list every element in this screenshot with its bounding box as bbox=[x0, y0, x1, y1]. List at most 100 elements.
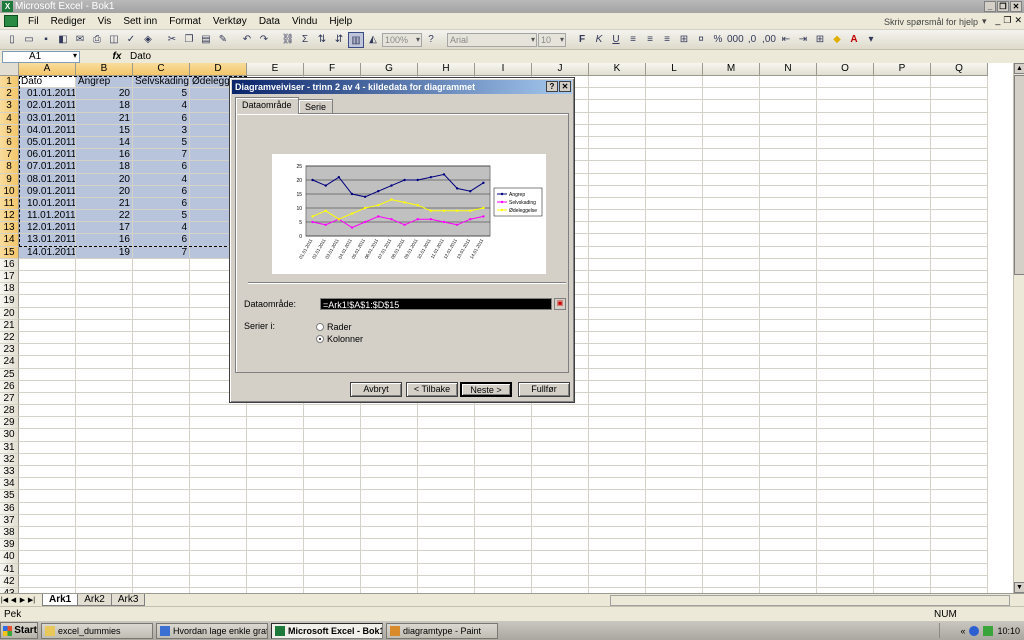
cell[interactable] bbox=[19, 258, 76, 271]
row-header[interactable]: 21 bbox=[0, 319, 19, 332]
cell[interactable] bbox=[703, 405, 760, 418]
cell[interactable] bbox=[589, 136, 646, 150]
cell[interactable] bbox=[475, 526, 532, 540]
cell[interactable] bbox=[931, 526, 988, 540]
cell[interactable] bbox=[19, 307, 76, 320]
cell[interactable] bbox=[475, 453, 532, 466]
menu-tools[interactable]: Verktøy bbox=[207, 16, 253, 27]
cell[interactable] bbox=[532, 490, 589, 503]
cell[interactable] bbox=[133, 319, 190, 332]
cell[interactable] bbox=[817, 258, 874, 271]
row-header[interactable]: 28 bbox=[0, 405, 19, 418]
cell[interactable] bbox=[931, 112, 988, 125]
cell[interactable] bbox=[703, 258, 760, 271]
cell[interactable] bbox=[190, 539, 247, 552]
cell[interactable] bbox=[418, 417, 475, 430]
cell[interactable] bbox=[760, 502, 817, 515]
cell[interactable] bbox=[874, 283, 931, 296]
cell[interactable] bbox=[760, 283, 817, 296]
font-color-icon[interactable]: A bbox=[846, 32, 862, 48]
cell[interactable] bbox=[874, 222, 931, 235]
drawing-icon[interactable]: ◭ bbox=[365, 32, 381, 48]
row-header[interactable]: 36 bbox=[0, 502, 19, 515]
cell[interactable] bbox=[361, 551, 418, 564]
zoom-select[interactable]: 100% bbox=[382, 32, 422, 47]
cell[interactable] bbox=[646, 234, 703, 247]
cell[interactable] bbox=[760, 453, 817, 466]
cell[interactable] bbox=[247, 539, 304, 552]
cell[interactable] bbox=[418, 478, 475, 491]
cell[interactable] bbox=[247, 514, 304, 527]
cell[interactable] bbox=[874, 295, 931, 308]
cell[interactable] bbox=[874, 185, 931, 198]
cell[interactable] bbox=[703, 307, 760, 320]
row-header[interactable]: 18 bbox=[0, 283, 19, 296]
fx-icon[interactable]: fx bbox=[106, 51, 128, 62]
cell[interactable] bbox=[703, 295, 760, 308]
cell[interactable] bbox=[589, 502, 646, 515]
back-button[interactable]: < Tilbake bbox=[406, 382, 458, 397]
cell[interactable] bbox=[931, 319, 988, 332]
cell[interactable] bbox=[190, 466, 247, 479]
cell[interactable] bbox=[418, 466, 475, 479]
cell[interactable] bbox=[931, 185, 988, 198]
row-header[interactable]: 29 bbox=[0, 417, 19, 430]
cell[interactable] bbox=[646, 88, 703, 101]
cell[interactable] bbox=[304, 539, 361, 552]
cell[interactable] bbox=[931, 100, 988, 113]
cell[interactable] bbox=[589, 246, 646, 259]
cell[interactable] bbox=[589, 149, 646, 162]
cell[interactable] bbox=[760, 185, 817, 198]
dialog-title-bar[interactable]: Diagramveiviser - trinn 2 av 4 - kildeda… bbox=[232, 80, 572, 94]
cell[interactable] bbox=[19, 551, 76, 564]
help-icon[interactable]: ? bbox=[423, 32, 439, 48]
cell[interactable] bbox=[931, 539, 988, 552]
column-header[interactable]: Q bbox=[931, 63, 988, 76]
cell[interactable] bbox=[418, 575, 475, 588]
cell[interactable] bbox=[133, 551, 190, 564]
cell[interactable]: 02.01.2011 bbox=[19, 100, 76, 113]
cell[interactable] bbox=[475, 514, 532, 527]
cell[interactable] bbox=[703, 149, 760, 162]
cell[interactable] bbox=[247, 453, 304, 466]
cell[interactable] bbox=[874, 271, 931, 284]
cell[interactable] bbox=[19, 331, 76, 345]
cell[interactable] bbox=[817, 502, 874, 515]
column-header[interactable]: H bbox=[418, 63, 475, 76]
row-header[interactable]: 5 bbox=[0, 124, 19, 137]
cell[interactable] bbox=[475, 417, 532, 430]
row-header[interactable]: 10 bbox=[0, 185, 19, 198]
cell[interactable] bbox=[19, 502, 76, 515]
column-header[interactable]: J bbox=[532, 63, 589, 76]
cell[interactable] bbox=[475, 502, 532, 515]
cell[interactable] bbox=[361, 478, 418, 491]
cell[interactable] bbox=[133, 295, 190, 308]
cell[interactable] bbox=[133, 441, 190, 454]
cell[interactable]: 4 bbox=[133, 100, 190, 113]
row-header[interactable]: 26 bbox=[0, 380, 19, 393]
cell[interactable] bbox=[133, 271, 190, 284]
cell[interactable] bbox=[931, 295, 988, 308]
cell[interactable] bbox=[76, 490, 133, 503]
cell[interactable] bbox=[304, 526, 361, 540]
cell[interactable] bbox=[532, 514, 589, 527]
cell[interactable] bbox=[703, 344, 760, 357]
align-center-icon[interactable]: ≡ bbox=[642, 32, 658, 48]
cell[interactable] bbox=[76, 551, 133, 564]
cell[interactable] bbox=[703, 234, 760, 247]
cell[interactable] bbox=[817, 112, 874, 125]
cell[interactable] bbox=[931, 331, 988, 345]
cell[interactable] bbox=[703, 283, 760, 296]
cell[interactable] bbox=[817, 514, 874, 527]
horizontal-scrollbar[interactable] bbox=[610, 595, 1010, 606]
cell[interactable] bbox=[19, 392, 76, 406]
cell[interactable] bbox=[703, 173, 760, 186]
row-header[interactable]: 38 bbox=[0, 526, 19, 540]
cell[interactable] bbox=[76, 514, 133, 527]
cell[interactable]: 11.01.2011 bbox=[19, 210, 76, 223]
cell[interactable] bbox=[874, 478, 931, 491]
cell[interactable] bbox=[874, 136, 931, 150]
taskbar-item-paint[interactable]: diagramtype - Paint bbox=[386, 622, 498, 639]
taskbar-item-excel[interactable]: Microsoft Excel - Bok1 bbox=[271, 622, 383, 639]
cell[interactable] bbox=[646, 112, 703, 125]
